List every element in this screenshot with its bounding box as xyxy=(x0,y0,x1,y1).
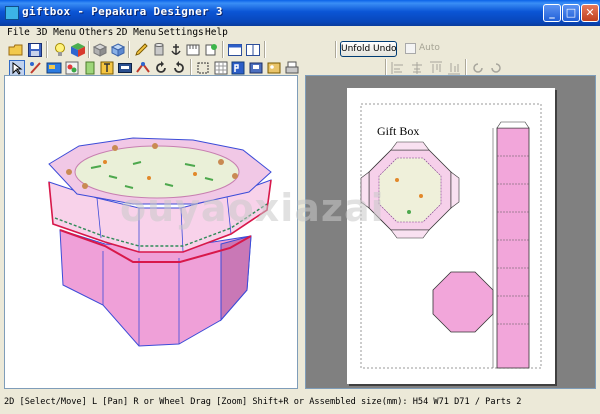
cube-blue-icon[interactable] xyxy=(110,42,126,58)
toolbar-separator xyxy=(264,41,266,58)
status-text: 2D [Select/Move] L [Pan] R or Wheel Drag… xyxy=(4,397,522,407)
menu-file[interactable]: File xyxy=(7,27,30,38)
align-top-icon[interactable] xyxy=(428,60,444,76)
frame-icon[interactable] xyxy=(117,60,133,76)
rotate-part-left-icon[interactable] xyxy=(470,60,486,76)
pdf-export-icon[interactable] xyxy=(230,60,246,76)
menu-settings[interactable]: Settings xyxy=(158,27,204,38)
toolbar-separator xyxy=(465,59,467,76)
auto-label: Auto xyxy=(419,43,440,53)
status-bar: 2D [Select/Move] L [Pan] R or Wheel Drag… xyxy=(0,394,600,414)
ruler-icon[interactable] xyxy=(185,42,201,58)
window-single-icon[interactable] xyxy=(227,42,243,58)
auto-checkbox[interactable] xyxy=(405,43,416,54)
2d-pattern-view[interactable]: Gift Box xyxy=(305,75,596,389)
pen-node-icon[interactable] xyxy=(28,60,44,76)
toolbar-separator xyxy=(385,59,387,76)
menu-3d[interactable]: 3D Menu xyxy=(36,27,76,38)
image-icon[interactable] xyxy=(266,60,282,76)
cylinder-icon[interactable] xyxy=(151,42,167,58)
menu-bar: File 3D Menu Others 2D Menu Settings Hel… xyxy=(0,26,600,40)
app-window: giftbox - Pepakura Designer 3 _ □ ✕ File… xyxy=(0,0,600,414)
print-icon[interactable] xyxy=(284,60,300,76)
menu-2d[interactable]: 2D Menu xyxy=(116,27,156,38)
align-center-icon[interactable] xyxy=(409,60,425,76)
align-bottom-icon[interactable] xyxy=(446,60,462,76)
toolbar-main xyxy=(0,40,600,60)
cube-gray-icon[interactable] xyxy=(92,42,108,58)
rotate-right-icon[interactable] xyxy=(171,60,187,76)
pattern-title: Gift Box xyxy=(377,124,420,138)
anchor-icon[interactable] xyxy=(168,42,184,58)
join-icon[interactable] xyxy=(135,60,151,76)
align-left-icon[interactable] xyxy=(390,60,406,76)
grid-icon[interactable] xyxy=(213,60,229,76)
select-tool-icon[interactable] xyxy=(9,60,25,76)
app-icon xyxy=(5,6,19,20)
side-strip-net xyxy=(496,127,530,369)
paint-icon[interactable] xyxy=(64,60,80,76)
title-bar: giftbox - Pepakura Designer 3 _ □ ✕ xyxy=(0,0,600,26)
text-frame-icon[interactable] xyxy=(99,60,115,76)
paper-sheet: Gift Box xyxy=(347,88,555,384)
toolbar-separator xyxy=(335,41,337,58)
close-button[interactable]: ✕ xyxy=(581,4,599,22)
window-title: giftbox - Pepakura Designer 3 xyxy=(22,5,223,18)
fit-page-icon[interactable] xyxy=(195,60,211,76)
shape-green-icon[interactable] xyxy=(203,42,219,58)
rotate-left-icon[interactable] xyxy=(153,60,169,76)
minimize-button[interactable]: _ xyxy=(543,4,561,22)
pencil-icon[interactable] xyxy=(133,42,149,58)
lightbulb-icon[interactable] xyxy=(52,42,68,58)
3d-view[interactable] xyxy=(4,75,298,389)
pane-splitter[interactable] xyxy=(298,75,305,389)
export-icon[interactable] xyxy=(248,60,264,76)
toolbar-separator xyxy=(46,41,48,58)
open-file-icon[interactable] xyxy=(8,42,24,58)
color-cube-icon[interactable] xyxy=(70,42,86,58)
menu-others[interactable]: Others xyxy=(79,27,113,38)
column-icon[interactable] xyxy=(82,60,98,76)
maximize-button[interactable]: □ xyxy=(562,4,580,22)
toolbar-separator xyxy=(128,41,130,58)
toolbar-separator xyxy=(190,59,192,76)
3d-gift-box-model xyxy=(48,137,272,347)
unfold-undo-button[interactable]: Unfold Undo xyxy=(340,41,397,57)
save-icon[interactable] xyxy=(27,42,43,58)
rotate-part-right-icon[interactable] xyxy=(488,60,504,76)
base-net xyxy=(432,271,494,333)
toolbar-separator xyxy=(222,41,224,58)
toolbar-separator xyxy=(88,41,90,58)
texture-icon[interactable] xyxy=(46,60,62,76)
menu-help[interactable]: Help xyxy=(205,27,228,38)
window-split-icon[interactable] xyxy=(245,42,261,58)
